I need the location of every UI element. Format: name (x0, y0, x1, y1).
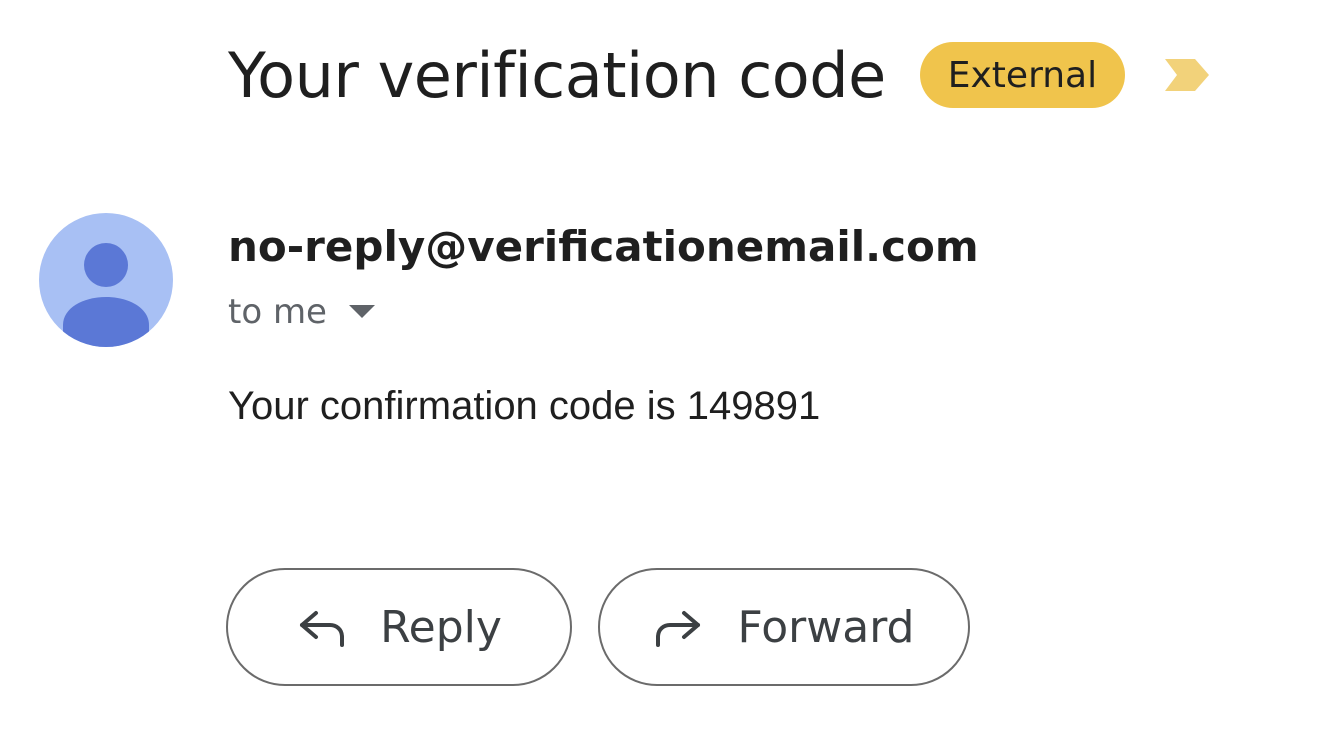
sender-address[interactable]: no-reply@verificationemail.com (228, 222, 979, 271)
recipient-row: to me (228, 292, 375, 332)
email-subject: Your verification code (228, 38, 886, 112)
forward-button[interactable]: Forward (598, 568, 970, 686)
subject-row: Your verification code External (228, 30, 1210, 120)
external-label-badge[interactable]: External (919, 42, 1126, 108)
reply-button[interactable]: Reply (226, 568, 572, 686)
reply-arrow-icon (296, 607, 346, 647)
chevron-down-icon[interactable] (348, 305, 375, 319)
email-body: Your confirmation code is 149891 (228, 384, 821, 428)
forward-label: Forward (737, 601, 915, 653)
person-icon (63, 243, 149, 347)
reply-label: Reply (380, 601, 502, 653)
importance-marker-icon[interactable] (1165, 57, 1210, 93)
sender-avatar[interactable] (39, 213, 173, 347)
recipient-text: to me (228, 292, 327, 332)
forward-arrow-icon (654, 607, 704, 647)
